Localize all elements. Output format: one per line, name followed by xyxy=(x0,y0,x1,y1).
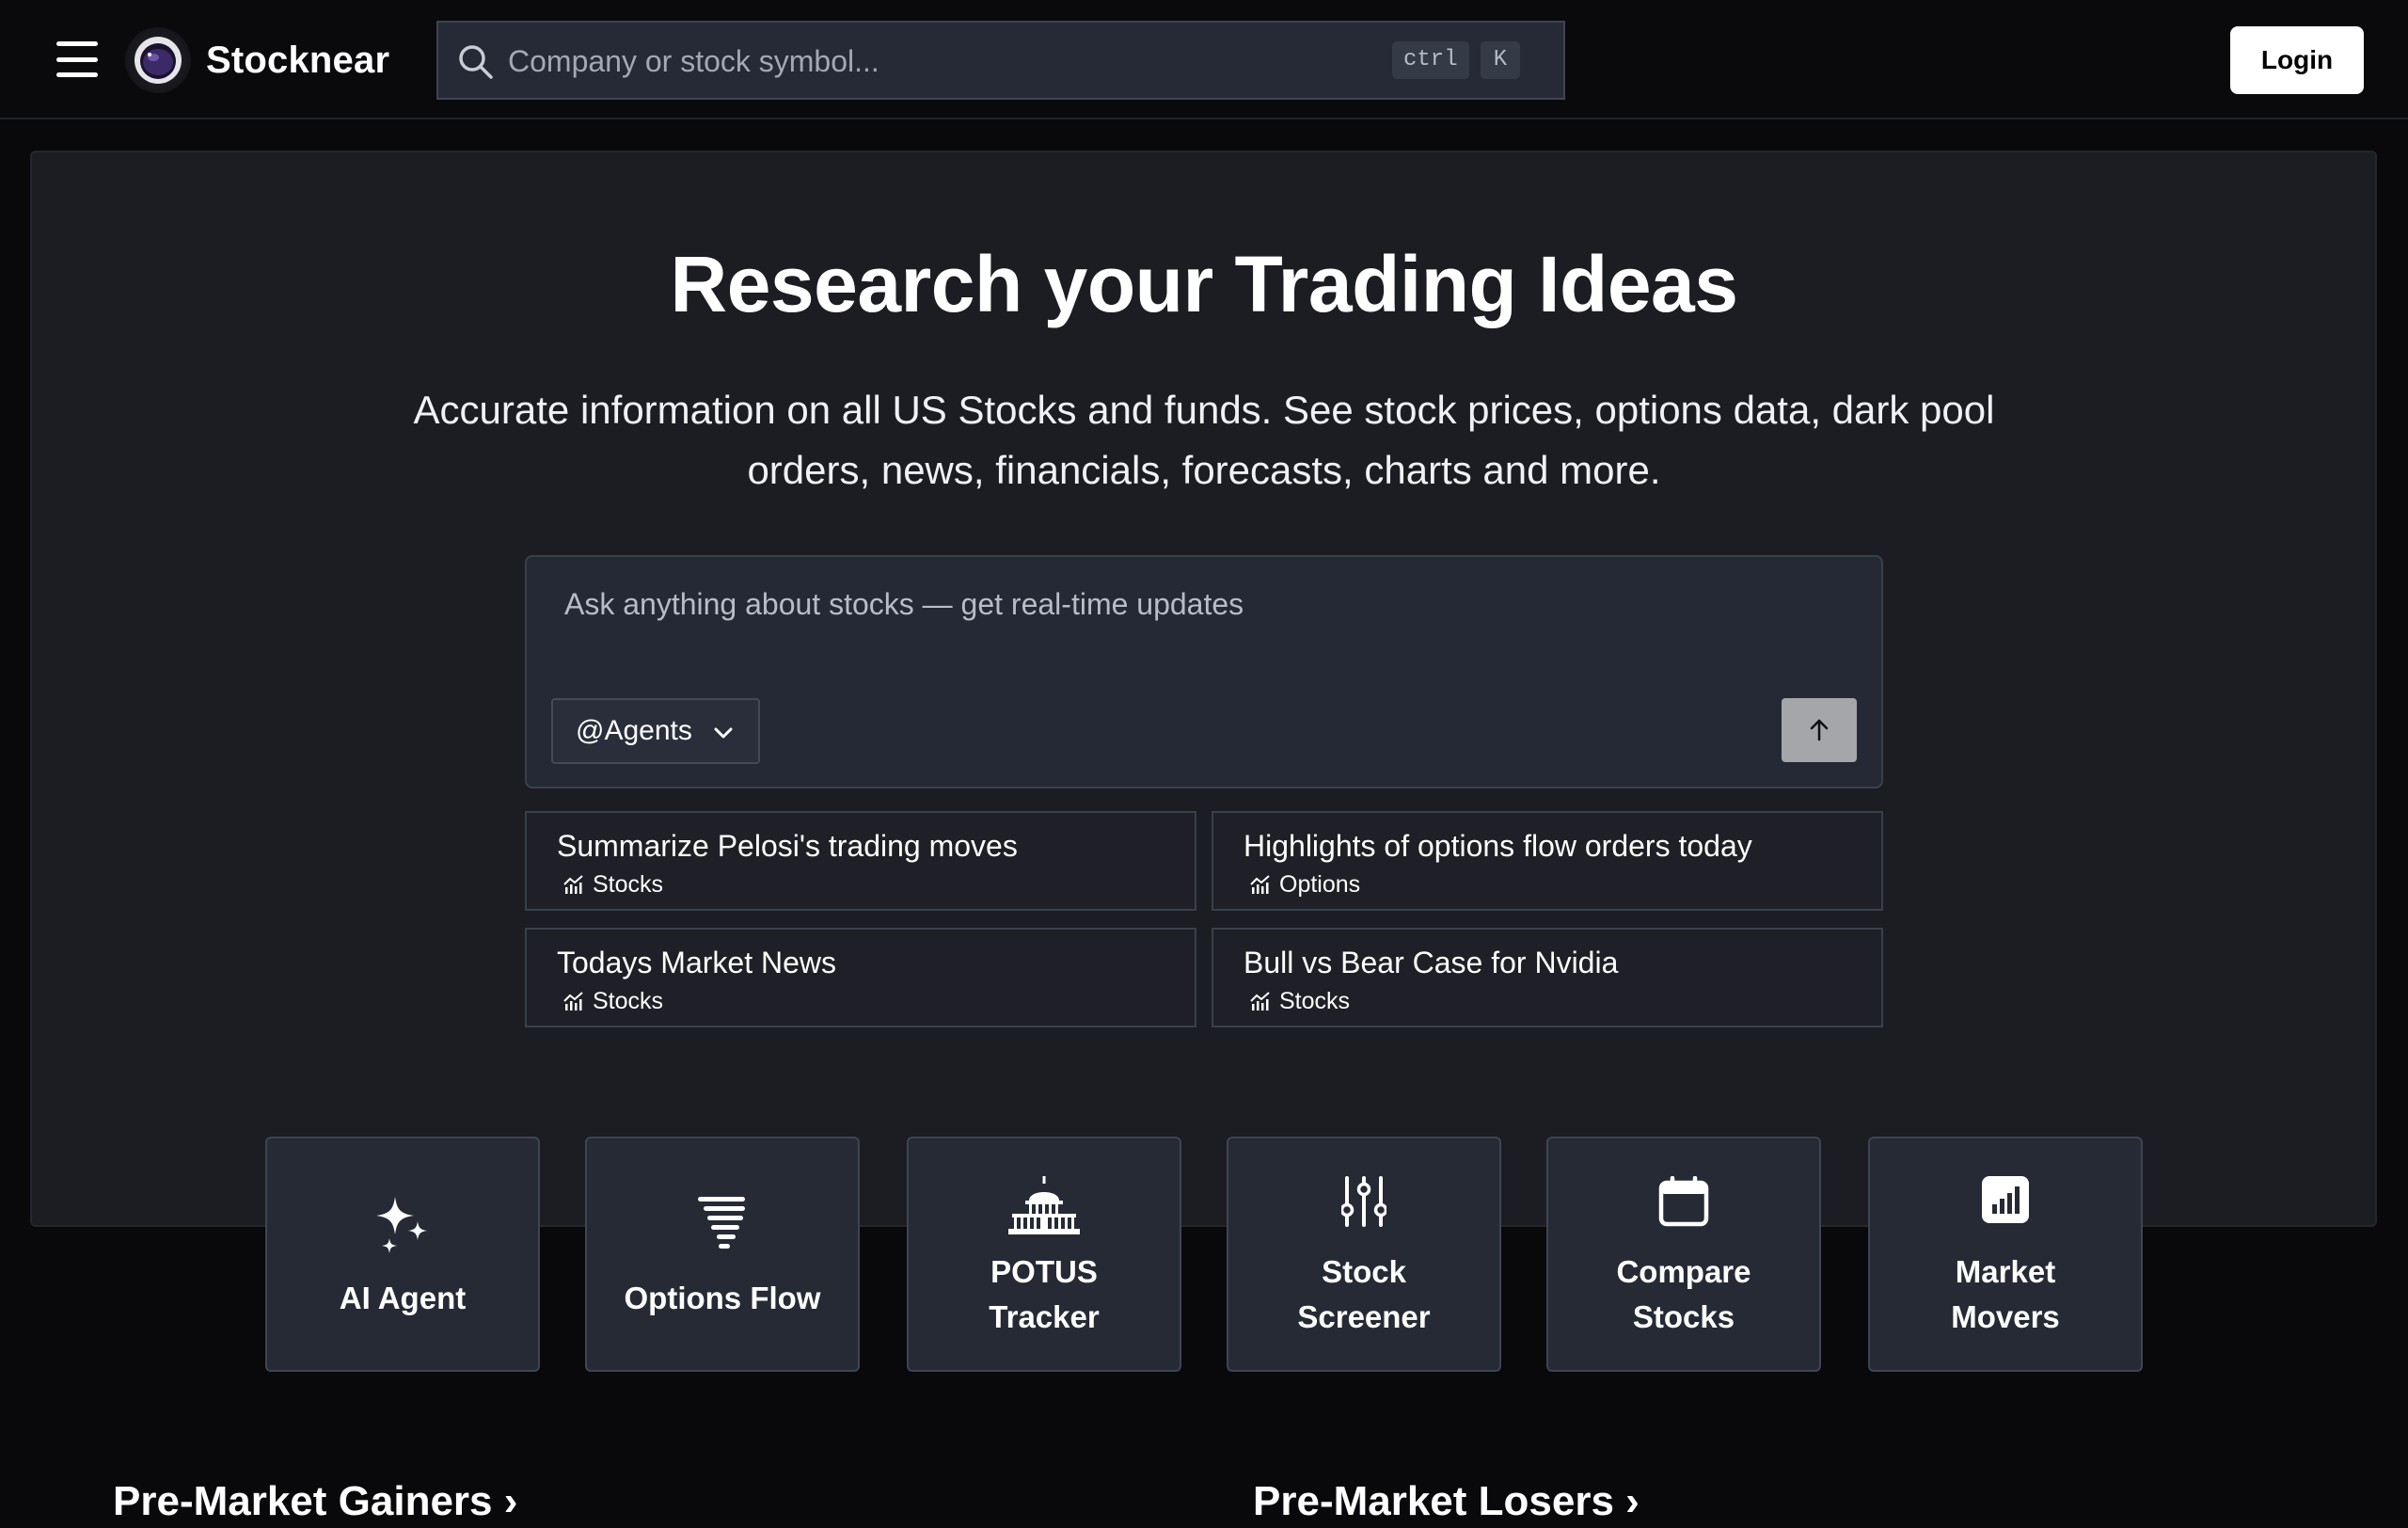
suggestion-card[interactable]: Bull vs Bear Case for Nvidia Stocks xyxy=(1212,928,1883,1027)
page-title: Research your Trading Ideas xyxy=(670,240,1738,328)
suggestion-card[interactable]: Todays Market News Stocks xyxy=(525,928,1196,1027)
suggestion-tag-label: Stocks xyxy=(593,988,664,1014)
suggestion-tag: Stocks xyxy=(1249,986,1350,1016)
sliders-icon xyxy=(1341,1176,1386,1227)
sparkles-icon xyxy=(376,1197,427,1253)
arrow-up-icon xyxy=(1810,719,1829,741)
pre-market-losers-heading[interactable]: Pre-Market Losers › xyxy=(1253,1475,1640,1528)
tile-label: Market Movers xyxy=(1951,1254,2060,1334)
search-bar[interactable]: ctrl K xyxy=(436,21,1565,100)
suggestion-tag: Stocks xyxy=(562,869,663,899)
suggestion-card[interactable]: Highlights of options flow orders today … xyxy=(1212,811,1883,911)
tile-ai-agent[interactable]: AI Agent xyxy=(265,1137,540,1372)
tile-market-movers[interactable]: Market Movers xyxy=(1868,1137,2143,1372)
suggestion-title: Summarize Pelosi's trading moves xyxy=(557,829,1018,863)
search-icon xyxy=(459,45,493,79)
tile-label: AI Agent xyxy=(339,1281,467,1315)
pre-market-gainers-heading[interactable]: Pre-Market Gainers › xyxy=(113,1475,517,1528)
suggestion-tag: Options xyxy=(1249,869,1360,899)
top-navbar: Stocknear ctrl K Login xyxy=(0,0,2408,119)
ask-box: @Agents xyxy=(525,555,1883,788)
shortcut-ctrl-key: ctrl xyxy=(1392,41,1469,79)
suggestion-title: Highlights of options flow orders today xyxy=(1244,829,1752,863)
calendar-icon xyxy=(1658,1176,1709,1227)
capitol-icon xyxy=(1008,1176,1080,1234)
tornado-icon xyxy=(698,1197,745,1249)
tile-label: Stock Screener xyxy=(1297,1254,1431,1334)
bar-chart-icon xyxy=(1982,1176,2029,1223)
tile-stock-screener[interactable]: Stock Screener xyxy=(1227,1137,1501,1372)
tile-label: Options Flow xyxy=(624,1281,821,1315)
agents-dropdown[interactable]: @Agents xyxy=(551,698,760,764)
suggestion-tag-label: Stocks xyxy=(593,871,664,898)
tile-label: Compare Stocks xyxy=(1616,1254,1751,1334)
astronaut-helmet-icon xyxy=(135,37,182,84)
tile-potus-tracker[interactable]: POTUS Tracker xyxy=(907,1137,1181,1372)
menu-icon[interactable] xyxy=(56,41,98,77)
tile-label: POTUS Tracker xyxy=(989,1254,1100,1334)
suggestion-card[interactable]: Summarize Pelosi's trading moves Stocks xyxy=(525,811,1196,911)
brand-name[interactable]: Stocknear xyxy=(206,34,389,87)
suggestion-tag: Stocks xyxy=(562,986,663,1016)
suggestion-tag-label: Options xyxy=(1279,871,1361,898)
suggestion-tag-label: Stocks xyxy=(1279,988,1351,1014)
stock-chart-icon xyxy=(563,992,583,1011)
suggestion-title: Todays Market News xyxy=(557,946,836,979)
stocknear-logo[interactable] xyxy=(125,27,191,93)
stock-chart-icon xyxy=(1250,875,1270,894)
agents-dropdown-label: @Agents xyxy=(576,715,692,746)
stock-chart-icon xyxy=(563,875,583,894)
shortcut-k-key: K xyxy=(1481,41,1520,79)
suggestion-title: Bull vs Bear Case for Nvidia xyxy=(1244,946,1619,979)
chevron-down-icon xyxy=(714,727,733,739)
ask-input[interactable] xyxy=(562,581,1842,666)
stock-chart-icon xyxy=(1250,992,1270,1011)
tile-options-flow[interactable]: Options Flow xyxy=(585,1137,860,1372)
page-subtitle: Accurate information on all US Stocks an… xyxy=(413,388,1995,492)
send-button[interactable] xyxy=(1782,698,1857,762)
tile-compare-stocks[interactable]: Compare Stocks xyxy=(1546,1137,1821,1372)
search-input[interactable] xyxy=(506,36,1315,87)
login-button[interactable]: Login xyxy=(2230,26,2364,94)
